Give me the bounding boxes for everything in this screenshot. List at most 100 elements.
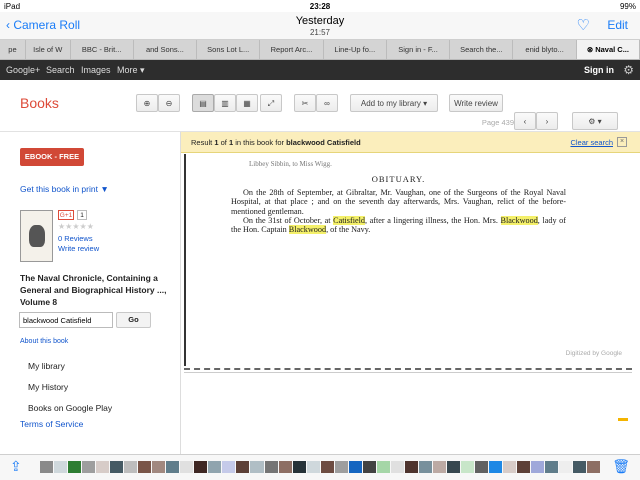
photo-thumbnail[interactable]: [334, 461, 348, 473]
rating-stars[interactable]: ★★★★★: [58, 222, 94, 231]
heart-icon[interactable]: ♡: [577, 16, 590, 34]
google-play-books-link[interactable]: Books on Google Play: [28, 403, 112, 413]
photo-thumbnail[interactable]: [503, 461, 517, 473]
photo-thumbnail[interactable]: [432, 461, 446, 473]
photo-thumbnail[interactable]: [152, 461, 166, 473]
terms-of-service-link[interactable]: Terms of Service: [20, 419, 83, 429]
scroll-position-marker[interactable]: [618, 418, 628, 421]
zoom-out-button[interactable]: ⊖: [158, 94, 180, 112]
photo-thumbnail[interactable]: [96, 461, 110, 473]
scanned-page[interactable]: Libbey Sibbin, to Miss Wigg. OBITUARY. O…: [184, 154, 632, 366]
settings-dropdown[interactable]: ⚙ ▾: [572, 112, 618, 130]
photo-thumbnail[interactable]: [587, 461, 601, 473]
photo-thumbnail[interactable]: [404, 461, 418, 473]
photo-thumbnail[interactable]: [306, 461, 320, 473]
photo-thumbnail[interactable]: [362, 461, 376, 473]
browser-tab[interactable]: Search the...: [450, 40, 514, 59]
books-logo[interactable]: Books: [20, 95, 59, 111]
photo-thumbnail[interactable]: [474, 461, 488, 473]
photo-thumbnail[interactable]: [264, 461, 278, 473]
photo-thumbnail[interactable]: [390, 461, 404, 473]
photo-thumbnail[interactable]: [517, 461, 531, 473]
next-page-button[interactable]: ›: [536, 112, 558, 130]
fullscreen-button[interactable]: ⤢: [260, 94, 282, 112]
browser-tab[interactable]: Line-Up fo...: [324, 40, 387, 59]
book-reader[interactable]: Result 1 of 1 in this book for blackwood…: [180, 132, 640, 454]
my-history-link[interactable]: My History: [28, 382, 68, 392]
get-in-print-link[interactable]: Get this book in print ▼: [20, 184, 109, 194]
share-icon[interactable]: ⇪: [10, 458, 22, 475]
gbar-item-images[interactable]: Images: [81, 65, 111, 75]
about-book-link[interactable]: About this book: [20, 338, 68, 345]
browser-tab[interactable]: and Sons...: [134, 40, 198, 59]
photo-thumbnail[interactable]: [446, 461, 460, 473]
photo-thumbnail[interactable]: [320, 461, 334, 473]
photo-thumbnail[interactable]: [40, 461, 54, 473]
photo-thumbnail[interactable]: [54, 461, 68, 473]
photo-thumbnail[interactable]: [110, 461, 124, 473]
browser-tab-active[interactable]: ⊗ Naval C...: [576, 40, 640, 59]
two-page-view-button[interactable]: ▥: [214, 94, 236, 112]
digitized-by-google: Digitized by Google: [565, 350, 622, 357]
photo-thumbnail[interactable]: [68, 461, 82, 473]
photo-thumbnail[interactable]: [489, 461, 503, 473]
browser-tab[interactable]: Sign in - F...: [387, 40, 451, 59]
trash-icon[interactable]: 🗑: [612, 458, 630, 475]
photo-thumbnail[interactable]: [278, 461, 292, 473]
status-bar: iPad 23:28 99%: [0, 0, 640, 12]
photo-thumbnail[interactable]: [573, 461, 587, 473]
browser-tab[interactable]: Sons Lot L...: [197, 40, 261, 59]
photo-thumbnail[interactable]: [82, 461, 96, 473]
thumbnail-strip[interactable]: [40, 461, 601, 473]
photo-thumbnail[interactable]: [124, 461, 138, 473]
browser-tab[interactable]: enid blyto...: [513, 40, 577, 59]
write-review-link[interactable]: Write review: [58, 244, 99, 253]
clear-search-link[interactable]: Clear search: [570, 138, 613, 147]
zoom-in-button[interactable]: ⊕: [136, 94, 158, 112]
ebook-free-button[interactable]: EBOOK - FREE: [20, 148, 84, 166]
photo-thumbnail[interactable]: [236, 461, 250, 473]
gplus-button[interactable]: G+1: [58, 210, 74, 220]
photo-thumbnail[interactable]: [208, 461, 222, 473]
edit-button[interactable]: Edit: [607, 18, 628, 32]
photo-thumbnail[interactable]: [166, 461, 180, 473]
photo-thumbnail[interactable]: [559, 461, 573, 473]
clip-icon[interactable]: ✂: [294, 94, 316, 112]
reviews-link[interactable]: 0 Reviews: [58, 234, 93, 243]
gbar-item-search[interactable]: Search: [46, 65, 75, 75]
photo-thumbnail[interactable]: [180, 461, 194, 473]
obituary-heading: OBITUARY.: [371, 174, 426, 185]
write-review-button[interactable]: Write review: [449, 94, 503, 112]
book-cover[interactable]: [20, 210, 53, 262]
browser-tab[interactable]: BBC - Brit...: [71, 40, 134, 59]
photo-thumbnail[interactable]: [460, 461, 474, 473]
photo-thumbnail[interactable]: [418, 461, 432, 473]
photo-thumbnail[interactable]: [194, 461, 208, 473]
photo-thumbnail[interactable]: [292, 461, 306, 473]
next-page-area[interactable]: [184, 372, 632, 454]
photo-thumbnail[interactable]: [531, 461, 545, 473]
clock: 23:28: [309, 2, 331, 11]
search-in-book-input[interactable]: [19, 312, 113, 328]
gear-icon[interactable]: ⚙: [623, 63, 634, 77]
photo-thumbnail[interactable]: [376, 461, 390, 473]
thumbnail-view-button[interactable]: ▦: [236, 94, 258, 112]
link-icon[interactable]: ∞: [316, 94, 338, 112]
photo-thumbnail[interactable]: [138, 461, 152, 473]
browser-tab[interactable]: Report Arc...: [260, 40, 324, 59]
photo-thumbnail[interactable]: [222, 461, 236, 473]
close-icon[interactable]: ×: [617, 137, 627, 147]
sign-in-link[interactable]: Sign in: [584, 65, 614, 75]
browser-tab[interactable]: pe: [0, 40, 26, 59]
single-page-view-button[interactable]: ▤: [192, 94, 214, 112]
gbar-item-more[interactable]: More ▾: [117, 65, 145, 76]
gbar-item-gplus[interactable]: Google+: [6, 65, 40, 75]
browser-tab[interactable]: Isle of W: [26, 40, 71, 59]
search-go-button[interactable]: Go: [116, 312, 151, 328]
photo-thumbnail[interactable]: [250, 461, 264, 473]
my-library-link[interactable]: My library: [28, 361, 65, 371]
previous-page-button[interactable]: ‹: [514, 112, 536, 130]
add-to-library-button[interactable]: Add to my library ▾: [350, 94, 438, 112]
photo-thumbnail[interactable]: [348, 461, 362, 473]
photo-thumbnail[interactable]: [545, 461, 559, 473]
